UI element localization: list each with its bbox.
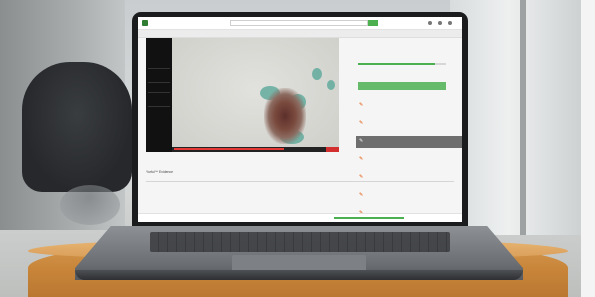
course-progress-fill bbox=[358, 63, 436, 65]
photo-scene: Yurful™ Evidence ✎✎✎✎✎✎✎ bbox=[0, 0, 595, 297]
footer-progress bbox=[334, 217, 404, 219]
profile-icon[interactable] bbox=[448, 21, 452, 25]
stat-row bbox=[148, 62, 170, 69]
video-progress-bar[interactable] bbox=[174, 148, 284, 150]
video-badge[interactable] bbox=[326, 147, 339, 152]
lesson-item[interactable]: ✎ bbox=[356, 190, 462, 202]
office-chair bbox=[22, 62, 132, 192]
search-input[interactable] bbox=[230, 20, 368, 26]
breadcrumb bbox=[138, 30, 462, 38]
window-frame bbox=[520, 0, 526, 235]
video-stats-panel bbox=[146, 38, 172, 152]
lesson-item[interactable]: ✎ bbox=[356, 154, 462, 166]
continue-button[interactable] bbox=[358, 82, 446, 90]
lesson-item[interactable]: ✎ bbox=[356, 136, 462, 148]
search-button[interactable] bbox=[368, 20, 378, 26]
shadow-shape bbox=[327, 80, 335, 90]
pencil-icon: ✎ bbox=[359, 120, 364, 126]
course-panel: ✎✎✎✎✎✎✎ bbox=[356, 38, 462, 216]
pencil-icon: ✎ bbox=[359, 102, 364, 108]
laptop-screen: Yurful™ Evidence ✎✎✎✎✎✎✎ bbox=[138, 17, 462, 222]
settings-icon[interactable] bbox=[438, 21, 442, 25]
crowd-figure bbox=[264, 88, 306, 144]
notification-icon[interactable] bbox=[428, 21, 432, 25]
video-frame[interactable] bbox=[172, 38, 339, 152]
laptop-base-lip bbox=[75, 270, 523, 280]
video-caption: Yurful™ Evidence bbox=[146, 170, 173, 174]
stat-row bbox=[148, 100, 170, 107]
lesson-item[interactable]: ✎ bbox=[356, 100, 462, 112]
pencil-icon: ✎ bbox=[359, 138, 364, 144]
lesson-item[interactable]: ✎ bbox=[356, 118, 462, 130]
lesson-item[interactable]: ✎ bbox=[356, 172, 462, 184]
laptop-keyboard bbox=[150, 232, 450, 252]
pencil-icon: ✎ bbox=[359, 156, 364, 162]
footer-bar bbox=[138, 213, 462, 222]
chair-base bbox=[60, 185, 120, 225]
app-header bbox=[138, 17, 462, 30]
stat-row bbox=[148, 76, 170, 83]
pencil-icon: ✎ bbox=[359, 192, 364, 198]
stat-row bbox=[148, 86, 170, 93]
image-border bbox=[581, 0, 595, 297]
logo-icon bbox=[142, 20, 148, 26]
pencil-icon: ✎ bbox=[359, 174, 364, 180]
shadow-shape bbox=[312, 68, 322, 80]
